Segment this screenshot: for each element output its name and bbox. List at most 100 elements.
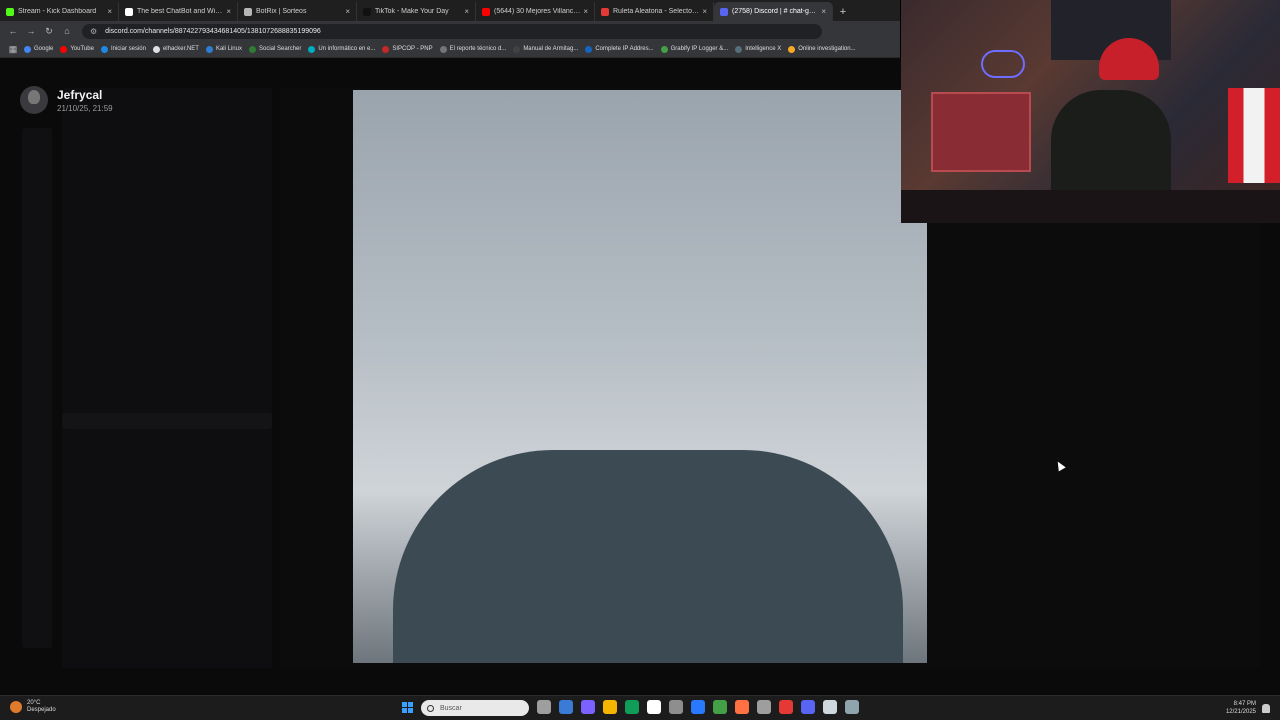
browser-tab[interactable]: The best ChatBot and Widgets × bbox=[119, 2, 238, 21]
clock[interactable]: 8:47 PM 12/21/2025 bbox=[1226, 700, 1256, 716]
forward-arrow-icon[interactable]: → bbox=[24, 24, 38, 38]
taskbar-search[interactable]: Buscar bbox=[421, 700, 529, 716]
tab-title: (5644) 30 Mejores Villancicos bbox=[494, 8, 581, 15]
bookmark-label: Complete IP Addres... bbox=[595, 46, 654, 52]
bookmark-favicon-icon bbox=[205, 45, 213, 53]
bookmark-item[interactable]: Iniciar sesión bbox=[100, 45, 146, 53]
bookmark-label: El reporte técnico d... bbox=[449, 46, 507, 52]
close-tab-icon[interactable]: × bbox=[583, 7, 588, 16]
channel-sidebar bbox=[62, 88, 272, 668]
bookmark-item[interactable]: Complete IP Addres... bbox=[585, 45, 654, 53]
bookmark-favicon-icon bbox=[513, 45, 521, 53]
close-tab-icon[interactable]: × bbox=[345, 7, 350, 16]
tab-title: TikTok - Make Your Day bbox=[375, 8, 449, 15]
photo-subject-placeholder bbox=[393, 450, 903, 663]
weather-widget[interactable]: 20°C Despejado bbox=[10, 700, 56, 714]
avatar bbox=[20, 86, 48, 114]
bookmark-label: SIPCOP - PNP bbox=[392, 46, 433, 52]
author-timestamp: 21/10/25, 21:59 bbox=[57, 103, 113, 113]
taskbar-app-icon[interactable] bbox=[559, 700, 573, 714]
bookmark-label: Manual de Armitag... bbox=[523, 46, 579, 52]
browser-tab[interactable]: (5644) 30 Mejores Villancicos × bbox=[476, 2, 595, 21]
bookmark-favicon-icon bbox=[735, 45, 743, 53]
bookmark-item[interactable]: Manual de Armitag... bbox=[513, 45, 579, 53]
taskbar-app-icon[interactable] bbox=[735, 700, 749, 714]
reload-icon[interactable]: ↻ bbox=[42, 24, 56, 38]
bookmark-label: Iniciar sesión bbox=[110, 46, 146, 52]
bookmark-item[interactable]: Un informático en e... bbox=[308, 45, 375, 53]
attachment-image[interactable] bbox=[353, 90, 927, 663]
new-tab-button[interactable]: + bbox=[833, 2, 853, 21]
notification-bell-icon[interactable] bbox=[1262, 703, 1270, 713]
tab-favicon-icon bbox=[125, 7, 133, 16]
back-arrow-icon[interactable]: ← bbox=[6, 24, 20, 38]
tab-favicon-icon bbox=[601, 7, 609, 16]
close-tab-icon[interactable]: × bbox=[107, 7, 112, 16]
home-icon[interactable]: ⌂ bbox=[60, 24, 74, 38]
browser-tab[interactable]: Ruleta Aleatoria - Selector Per × bbox=[595, 2, 714, 21]
bookmark-label: Google bbox=[34, 46, 54, 52]
taskbar-app-icon[interactable] bbox=[581, 700, 595, 714]
windows-taskbar: 20°C Despejado Buscar 8:47 PM 12/21/2025 bbox=[0, 695, 1280, 720]
taskbar-app-icon[interactable] bbox=[801, 700, 815, 714]
bookmark-item[interactable]: Grabify IP Logger &... bbox=[660, 45, 728, 53]
browser-tab[interactable]: BotRix | Sorteos × bbox=[238, 2, 357, 21]
browser-toolbar: ← → ↻ ⌂ ⚙ discord.com/channels/887422793… bbox=[0, 21, 900, 41]
bookmark-label: Social Searcher bbox=[258, 46, 302, 52]
address-bar[interactable]: ⚙ discord.com/channels/88742279343468140… bbox=[82, 23, 822, 39]
streamer-placeholder bbox=[1051, 90, 1171, 200]
browser-tab-strip: Stream - Kick Dashboard × The best ChatBot… bbox=[0, 0, 900, 21]
bookmark-favicon-icon bbox=[439, 45, 447, 53]
close-tab-icon[interactable]: × bbox=[702, 7, 707, 16]
site-settings-icon[interactable]: ⚙ bbox=[90, 27, 97, 36]
bookmark-favicon-icon bbox=[24, 45, 31, 53]
url-text: discord.com/channels/887422793434681405/… bbox=[105, 27, 321, 35]
browser-tab[interactable]: TikTok - Make Your Day × bbox=[357, 2, 476, 21]
bookmark-item[interactable]: Google bbox=[24, 45, 54, 53]
bookmark-item[interactable]: YouTube bbox=[60, 45, 94, 53]
tab-favicon-icon bbox=[720, 7, 728, 16]
tab-title: The best ChatBot and Widgets bbox=[137, 8, 224, 15]
bookmark-label: Intelligence X bbox=[745, 46, 782, 52]
bookmark-favicon-icon bbox=[660, 45, 668, 53]
bookmark-label: Online investigation... bbox=[798, 46, 856, 52]
bookmark-item[interactable]: Kali Linux bbox=[205, 45, 242, 53]
browser-tab[interactable]: (2758) Discord | # chat-gene × bbox=[714, 2, 833, 21]
taskbar-app-icon[interactable] bbox=[603, 700, 617, 714]
close-tab-icon[interactable]: × bbox=[464, 7, 469, 16]
browser-tab[interactable]: Stream - Kick Dashboard × bbox=[0, 2, 119, 21]
taskbar-app-icon[interactable] bbox=[823, 700, 837, 714]
taskbar-app-icon[interactable] bbox=[537, 700, 551, 714]
taskbar-app-icon[interactable] bbox=[691, 700, 705, 714]
bookmark-label: elhacker.NET bbox=[162, 46, 199, 52]
taskbar-app-icon[interactable] bbox=[713, 700, 727, 714]
taskbar-app-icon[interactable] bbox=[779, 700, 793, 714]
desk bbox=[901, 190, 1280, 223]
taskbar-app-icon[interactable] bbox=[757, 700, 771, 714]
bookmark-item[interactable]: El reporte técnico d... bbox=[439, 45, 507, 53]
tab-favicon-icon bbox=[6, 7, 14, 16]
bookmark-item[interactable]: Online investigation... bbox=[788, 45, 856, 53]
taskbar-app-icon[interactable] bbox=[669, 700, 683, 714]
taskbar-app-icon[interactable] bbox=[625, 700, 639, 714]
close-tab-icon[interactable]: × bbox=[226, 7, 231, 16]
system-tray: 8:47 PM 12/21/2025 bbox=[1226, 700, 1270, 716]
search-icon bbox=[427, 704, 434, 712]
bookmark-favicon-icon bbox=[60, 45, 68, 53]
tab-title: Stream - Kick Dashboard bbox=[18, 8, 97, 15]
taskbar-app-icon[interactable] bbox=[845, 700, 859, 714]
search-placeholder: Buscar bbox=[440, 704, 462, 712]
weather-desc: Despejado bbox=[27, 707, 56, 713]
bookmark-item[interactable]: SIPCOP - PNP bbox=[382, 45, 433, 53]
bookmark-item[interactable]: Intelligence X bbox=[735, 45, 782, 53]
windows-start-icon[interactable] bbox=[402, 702, 414, 714]
tab-title: (2758) Discord | # chat-gene bbox=[732, 8, 819, 15]
close-tab-icon[interactable]: × bbox=[821, 7, 826, 16]
bookmark-item[interactable]: elhacker.NET bbox=[152, 45, 199, 53]
taskbar-app-icon[interactable] bbox=[647, 700, 661, 714]
tab-favicon-icon bbox=[363, 7, 371, 16]
clock-time: 8:47 PM bbox=[1233, 701, 1256, 707]
bookmark-item[interactable]: Social Searcher bbox=[248, 45, 302, 53]
apps-grid-icon[interactable]: ▦ bbox=[6, 42, 20, 56]
image-viewer-author[interactable]: Jefrycal 21/10/25, 21:59 bbox=[20, 86, 113, 114]
